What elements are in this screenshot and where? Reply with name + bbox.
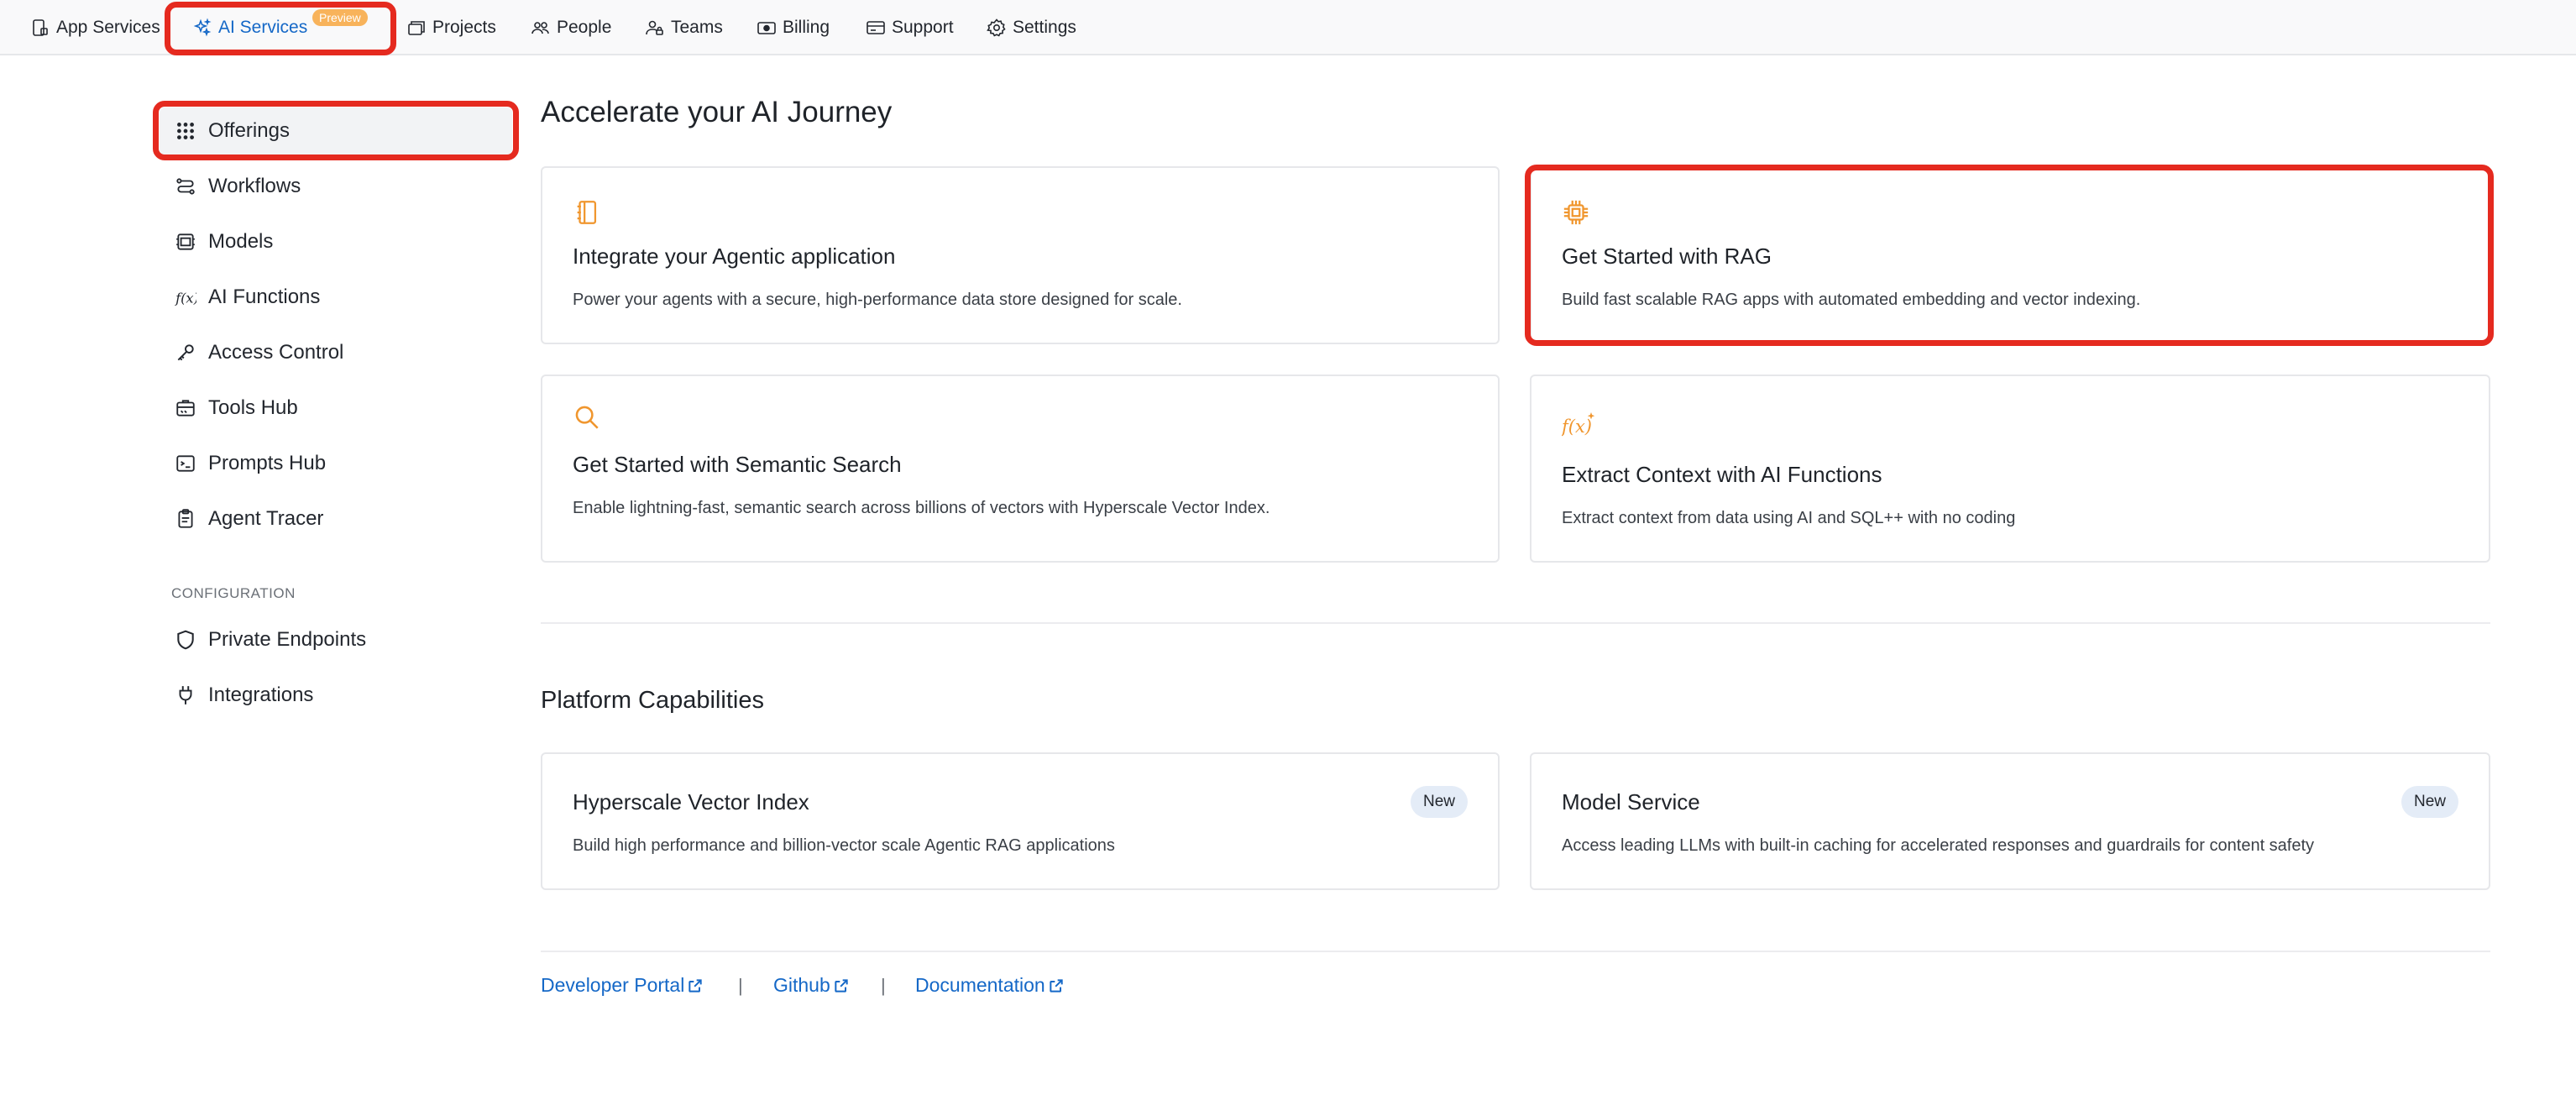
developer-portal-link[interactable]: Developer Portal xyxy=(541,974,704,997)
card-title: Extract Context with AI Functions xyxy=(1562,462,1882,487)
external-link-icon xyxy=(835,978,848,993)
nav-projects[interactable]: Projects xyxy=(406,0,496,55)
nav-ai-services[interactable]: AI Services xyxy=(192,0,307,55)
sidebar-item-tools-hub[interactable]: Tools Hub xyxy=(160,385,512,432)
card-description: Access leading LLMs with built-in cachin… xyxy=(1562,836,2315,855)
key-icon xyxy=(177,344,194,361)
svg-text:f(x): f(x) xyxy=(1562,416,1592,437)
footer-separator: | xyxy=(881,975,886,996)
card-description: Extract context from data using AI and S… xyxy=(1562,509,2016,527)
card-title: Get Started with RAG xyxy=(1562,244,1772,269)
card-extract-context[interactable]: f(x) Extract Context with AI Functions E… xyxy=(1530,375,2490,563)
sidebar-item-prompts-hub[interactable]: Prompts Hub xyxy=(160,440,512,487)
new-badge: New xyxy=(1410,786,1468,818)
platform-capabilities-heading: Platform Capabilities xyxy=(541,687,764,714)
teams-icon xyxy=(646,20,663,35)
footer-separator: | xyxy=(738,975,743,996)
card-model-service[interactable]: Model Service New Access leading LLMs wi… xyxy=(1530,752,2490,890)
card-title: Get Started with Semantic Search xyxy=(573,452,902,477)
card-title: Hyperscale Vector Index xyxy=(573,789,809,815)
sidebar-item-agent-tracer[interactable]: Agent Tracer xyxy=(160,495,512,542)
sparkle-icon xyxy=(193,18,212,37)
app-services-icon xyxy=(33,19,48,36)
models-icon xyxy=(176,233,195,250)
sidebar-item-workflows[interactable]: Workflows xyxy=(160,163,512,210)
nav-support[interactable]: Support xyxy=(866,0,954,55)
sidebar-item-models[interactable]: Models xyxy=(160,218,512,265)
preview-badge: Preview xyxy=(312,9,368,26)
card-semantic-search[interactable]: Get Started with Semantic Search Enable … xyxy=(541,375,1500,563)
divider xyxy=(541,951,2490,952)
function-icon: f(x) xyxy=(175,291,196,306)
sidebar-item-integrations[interactable]: Integrations xyxy=(160,672,512,719)
gear-icon xyxy=(987,18,1006,37)
sidebar-item-private-endpoints[interactable]: Private Endpoints xyxy=(160,616,512,663)
external-link-icon xyxy=(689,978,702,993)
card-title: Model Service xyxy=(1562,789,1700,815)
nav-people[interactable]: People xyxy=(531,0,611,55)
nav-app-services[interactable]: App Services xyxy=(30,0,160,55)
divider xyxy=(541,622,2490,624)
chip-icon xyxy=(1563,200,1589,225)
card-get-started-rag[interactable]: Get Started with RAG Build fast scalable… xyxy=(1530,166,2490,344)
terminal-icon xyxy=(176,455,195,472)
top-navigation: App Services AI Services Preview Project… xyxy=(0,0,2576,55)
card-hyperscale-vector-index[interactable]: Hyperscale Vector Index New Build high p… xyxy=(541,752,1500,890)
projects-icon xyxy=(408,21,425,35)
card-description: Build high performance and billion-vecto… xyxy=(573,836,1115,855)
nav-settings[interactable]: Settings xyxy=(987,0,1076,55)
card-description: Power your agents with a secure, high-pe… xyxy=(573,291,1182,309)
tools-icon xyxy=(176,400,195,416)
sidebar-item-offerings[interactable]: Offerings xyxy=(160,107,512,155)
support-icon xyxy=(867,21,885,34)
clipboard-icon xyxy=(178,509,193,528)
function-sparkle-icon: f(x) xyxy=(1562,412,1595,437)
billing-icon xyxy=(757,22,776,34)
external-link-icon xyxy=(1050,978,1063,993)
configuration-heading: CONFIGURATION xyxy=(171,585,296,601)
page-title: Accelerate your AI Journey xyxy=(541,96,893,128)
notebook-icon xyxy=(577,201,597,224)
sidebar-item-ai-functions[interactable]: f(x) AI Functions xyxy=(160,274,512,321)
documentation-link[interactable]: Documentation xyxy=(915,974,1065,997)
nav-teams[interactable]: Teams xyxy=(645,0,723,55)
shield-icon xyxy=(177,630,194,650)
card-description: Enable lightning-fast, semantic search a… xyxy=(573,499,1270,517)
workflow-icon xyxy=(176,178,195,195)
people-icon xyxy=(531,22,549,34)
new-badge: New xyxy=(2401,786,2458,818)
search-icon xyxy=(575,406,599,429)
sidebar-item-access-control[interactable]: Access Control xyxy=(160,329,512,376)
card-description: Build fast scalable RAG apps with automa… xyxy=(1562,291,2141,309)
card-title: Integrate your Agentic application xyxy=(573,244,896,269)
card-integrate-agentic[interactable]: Integrate your Agentic application Power… xyxy=(541,166,1500,344)
nav-billing[interactable]: Billing xyxy=(757,0,830,55)
grid-icon xyxy=(177,123,194,139)
plug-icon xyxy=(179,686,192,705)
svg-text:f(x): f(x) xyxy=(175,291,196,306)
github-link[interactable]: Github xyxy=(773,974,850,997)
